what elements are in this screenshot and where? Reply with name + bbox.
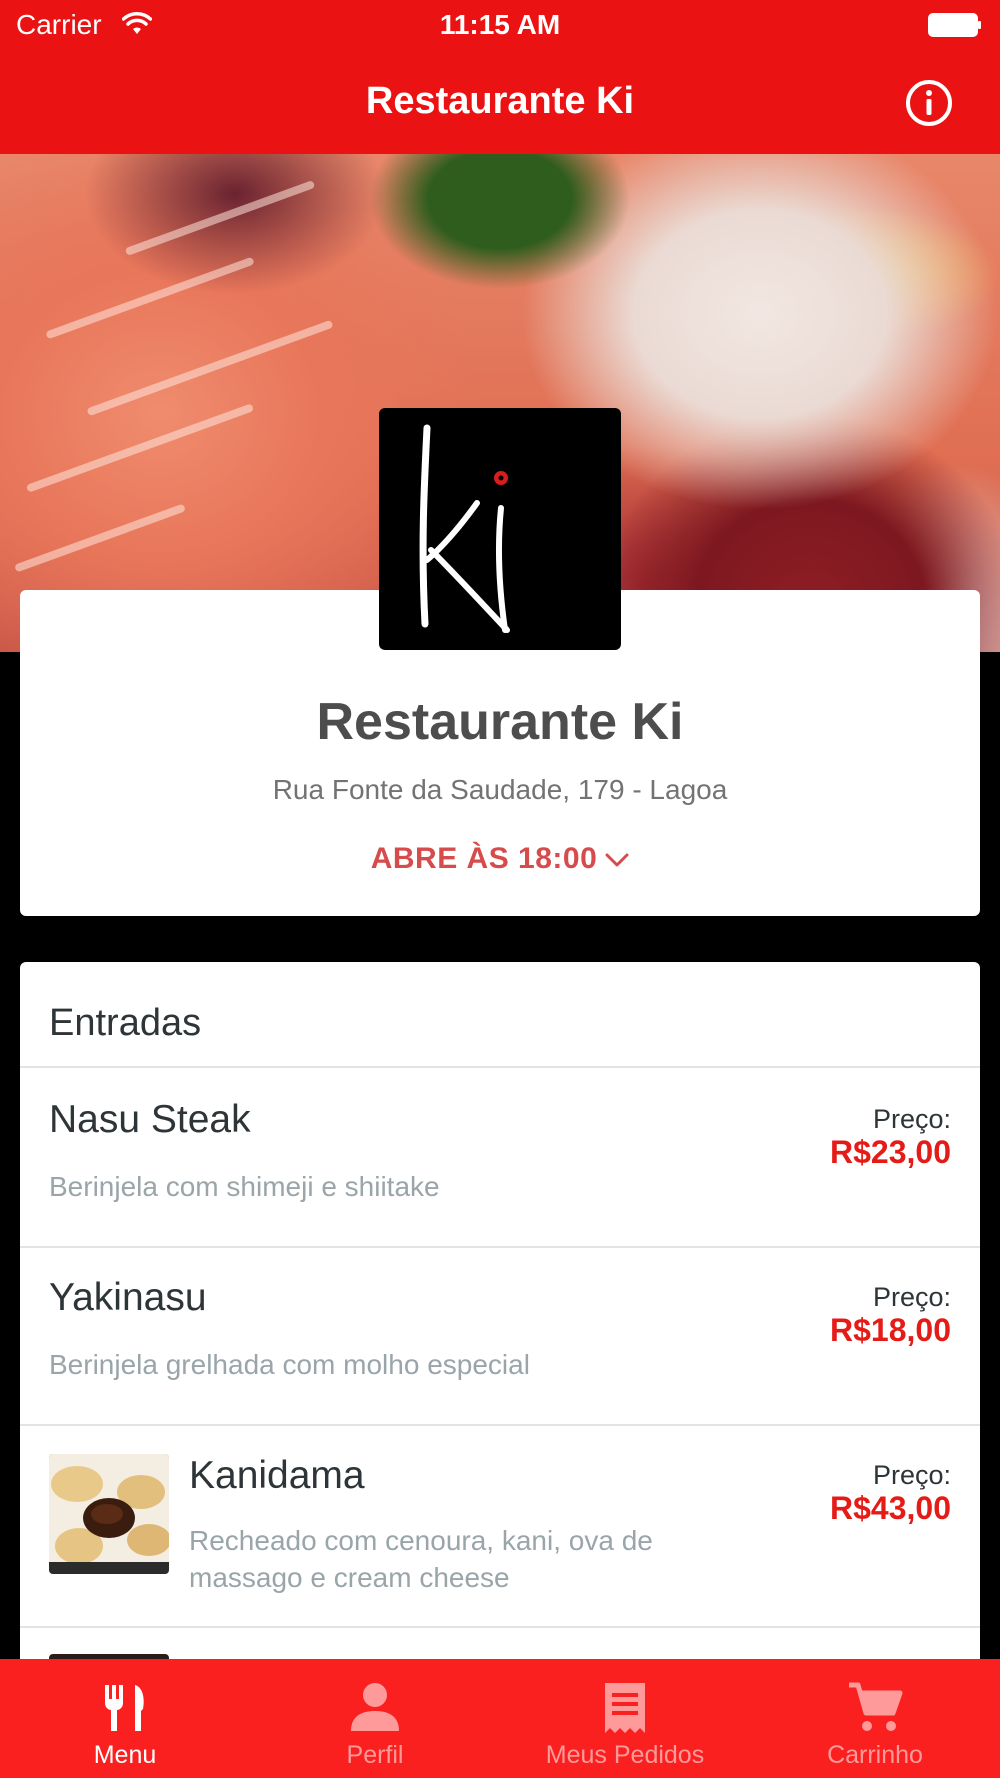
restaurant-logo bbox=[379, 408, 621, 650]
menu-item-nasu-steak[interactable]: Nasu Steak Berinjela com shimeji e shiit… bbox=[20, 1068, 980, 1246]
item-thumbnail bbox=[49, 1454, 169, 1574]
cart-icon bbox=[849, 1682, 903, 1731]
tab-perfil[interactable]: Perfil bbox=[250, 1659, 500, 1778]
price-label: Preço: bbox=[872, 1104, 951, 1134]
price-value: R$43,00 bbox=[830, 1490, 951, 1526]
tab-menu[interactable]: Menu bbox=[0, 1659, 250, 1778]
receipt-icon bbox=[605, 1683, 645, 1733]
item-description: Berinjela grelhada com molho especial bbox=[49, 1349, 530, 1380]
menu-item-yakinasu[interactable]: Yakinasu Berinjela grelhada com molho es… bbox=[20, 1248, 980, 1424]
item-name: Kanidama bbox=[189, 1454, 365, 1497]
person-icon bbox=[351, 1683, 399, 1731]
divider bbox=[20, 1626, 980, 1628]
item-description-line-2: massago e cream cheese bbox=[189, 1562, 510, 1593]
status-bar: Carrier 11:15 AM bbox=[0, 0, 1000, 50]
restaurant-name: Restaurante Ki bbox=[316, 693, 684, 751]
restaurant-address: Rua Fonte da Saudade, 179 - Lagoa bbox=[272, 774, 728, 805]
item-description-line-1: Recheado com cenoura, kani, ova de bbox=[189, 1525, 653, 1556]
navigation-bar: Restaurante Ki bbox=[0, 50, 1000, 154]
price-label: Preço: bbox=[872, 1460, 951, 1490]
section-title: Entradas bbox=[49, 1002, 202, 1044]
info-icon[interactable] bbox=[904, 78, 954, 128]
ki-logo-mark bbox=[419, 424, 510, 633]
price-value: R$23,00 bbox=[830, 1134, 951, 1170]
item-name: Yakinasu bbox=[49, 1276, 207, 1319]
dumplings-image bbox=[49, 1454, 169, 1574]
price-label: Preço: bbox=[872, 1282, 951, 1312]
tab-label: Perfil bbox=[346, 1741, 404, 1769]
price-value: R$18,00 bbox=[830, 1312, 951, 1348]
menu-item-kanidama[interactable]: Kanidama Recheado com cenoura, kani, ova… bbox=[20, 1426, 980, 1626]
fork-knife-icon bbox=[105, 1685, 144, 1731]
tab-label: Meus Pedidos bbox=[545, 1741, 705, 1769]
tab-label: Menu bbox=[93, 1741, 157, 1769]
battery-icon bbox=[928, 13, 981, 37]
menu-card: Entradas Nasu Steak Berinjela com shimej… bbox=[20, 962, 980, 1722]
item-name: Nasu Steak bbox=[49, 1098, 251, 1141]
opening-hours-label: ABRE ÀS 18:00 bbox=[370, 842, 598, 875]
tab-bar: Menu Perfil Meus Pedidos Carrinho bbox=[0, 1659, 1000, 1778]
tab-carrinho[interactable]: Carrinho bbox=[750, 1659, 1000, 1778]
chevron-down-icon bbox=[605, 853, 629, 867]
clock-label: 11:15 AM bbox=[439, 9, 561, 40]
tab-meus-pedidos[interactable]: Meus Pedidos bbox=[500, 1659, 750, 1778]
tab-label: Carrinho bbox=[827, 1741, 923, 1769]
opening-hours-toggle[interactable]: ABRE ÀS 18:00 bbox=[20, 842, 980, 876]
item-description: Berinjela com shimeji e shiitake bbox=[49, 1171, 440, 1202]
nav-title: Restaurante Ki bbox=[365, 80, 635, 122]
